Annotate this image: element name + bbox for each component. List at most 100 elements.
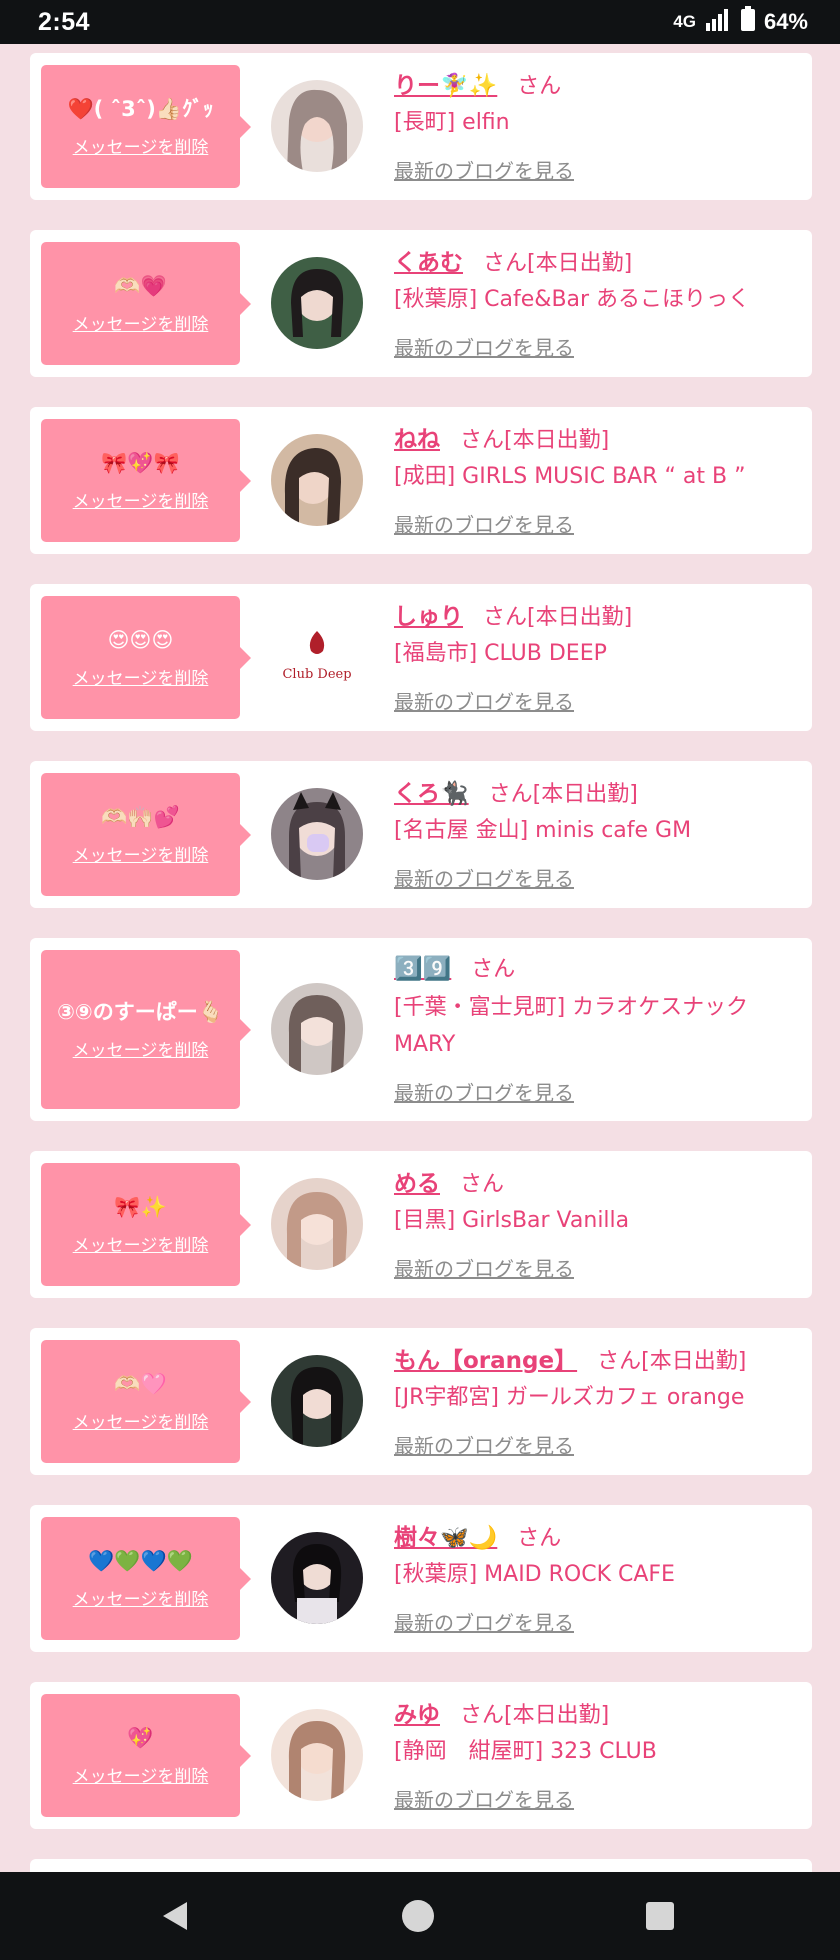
- cast-name-link[interactable]: くろ🐈‍⬛: [394, 774, 469, 808]
- avatar[interactable]: [271, 80, 363, 172]
- shop-name: [長町] elfin: [394, 110, 510, 135]
- delete-message-link[interactable]: メッセージを削除: [73, 487, 209, 512]
- battery-icon: [740, 6, 756, 38]
- back-triangle-icon: [163, 1902, 187, 1930]
- cast-name-link[interactable]: める: [394, 1164, 440, 1198]
- cast-suffix: さん[本日出勤]: [597, 1349, 747, 1374]
- latest-blog-link[interactable]: 最新のブログを見る: [394, 155, 574, 184]
- cast-suffix: さん[本日出勤]: [460, 428, 610, 453]
- message-bubble: 💙💚💙💚 メッセージを削除: [41, 1517, 251, 1640]
- message-bubble: 🫶🏻🩷 メッセージを削除: [41, 1340, 251, 1463]
- delete-message-link[interactable]: メッセージを削除: [73, 1408, 209, 1433]
- cast-name-link[interactable]: ねね: [394, 420, 440, 454]
- battery-percent: 64%: [763, 9, 808, 34]
- message-bubble: 🎀💖🎀 メッセージを削除: [41, 419, 251, 542]
- cast-suffix: さん: [471, 957, 516, 982]
- message-bubble: 😍😍😍 メッセージを削除: [41, 596, 251, 719]
- message-card-partial: [30, 1859, 812, 1872]
- card-info: くあむ さん[本日出勤] [秋葉原] Cafe&Bar あるこほりっく 最新のブ…: [394, 243, 804, 361]
- cast-name-link[interactable]: 樹々🦋🌙: [394, 1518, 497, 1552]
- cast-name-link[interactable]: りー🧚‍♀️✨: [394, 66, 497, 100]
- cast-name-link[interactable]: もん【orange】: [394, 1341, 577, 1375]
- message-card: 🎀✨ メッセージを削除 める さん [目黒] GirlsBar Vanilla …: [30, 1151, 812, 1298]
- message-text: 🫶🏻🙌🏻💕: [101, 805, 180, 829]
- home-circle-icon: [402, 1900, 434, 1932]
- avatar[interactable]: [271, 1532, 363, 1624]
- shop-name: [名古屋 金山] minis cafe GM: [394, 818, 692, 843]
- card-info: める さん [目黒] GirlsBar Vanilla 最新のブログを見る: [394, 1164, 804, 1282]
- message-list[interactable]: ❤️( ˆ3ˆ)👍🏻ｸﾞｯ メッセージを削除 りー🧚‍♀️✨ さん [長町] e…: [0, 44, 840, 1872]
- status-bar: 2:54 4G 64%: [0, 0, 840, 44]
- message-bubble: 🎀✨ メッセージを削除: [41, 1163, 251, 1286]
- shop-name: [成田] GIRLS MUSIC BAR “ at B ”: [394, 464, 746, 489]
- latest-blog-link[interactable]: 最新のブログを見る: [394, 1430, 574, 1459]
- avatar[interactable]: [271, 1178, 363, 1270]
- card-info: もん【orange】 さん[本日出勤] [JR宇都宮] ガールズカフェ oran…: [394, 1341, 804, 1459]
- message-bubble: 💖 メッセージを削除: [41, 1694, 251, 1817]
- cast-suffix: さん: [517, 74, 562, 99]
- nav-home-button[interactable]: [358, 1872, 478, 1960]
- shop-name: [目黒] GirlsBar Vanilla: [394, 1208, 630, 1233]
- delete-message-link[interactable]: メッセージを削除: [73, 133, 209, 158]
- nav-recents-button[interactable]: [600, 1872, 720, 1960]
- delete-message-link[interactable]: メッセージを削除: [73, 1762, 209, 1787]
- latest-blog-link[interactable]: 最新のブログを見る: [394, 1253, 574, 1282]
- delete-message-link[interactable]: メッセージを削除: [73, 310, 209, 335]
- cast-suffix: さん[本日出勤]: [483, 605, 633, 630]
- latest-blog-link[interactable]: 最新のブログを見る: [394, 1077, 574, 1106]
- message-card: 🫶🏻🩷 メッセージを削除 もん【orange】 さん[本日出勤] [JR宇都宮]…: [30, 1328, 812, 1475]
- card-info: 樹々🦋🌙 さん [秋葉原] MAID ROCK CAFE 最新のブログを見る: [394, 1518, 804, 1636]
- avatar[interactable]: [271, 1355, 363, 1447]
- shop-name: [JR宇都宮] ガールズカフェ orange: [394, 1385, 745, 1410]
- shop-name: [静岡 紺屋町] 323 CLUB: [394, 1739, 657, 1764]
- latest-blog-link[interactable]: 最新のブログを見る: [394, 1784, 574, 1813]
- card-info: しゅり さん[本日出勤] [福島市] CLUB DEEP 最新のブログを見る: [394, 597, 804, 715]
- avatar[interactable]: [271, 257, 363, 349]
- signal-icon: [704, 7, 732, 37]
- message-card: 🫶🏻💗 メッセージを削除 くあむ さん[本日出勤] [秋葉原] Cafe&Bar…: [30, 230, 812, 377]
- avatar[interactable]: Club Deep: [271, 611, 363, 703]
- latest-blog-link[interactable]: 最新のブログを見る: [394, 1607, 574, 1636]
- delete-message-link[interactable]: メッセージを削除: [73, 841, 209, 866]
- latest-blog-link[interactable]: 最新のブログを見る: [394, 686, 574, 715]
- message-text: 🫶🏻💗: [114, 274, 167, 298]
- message-card: 💖 メッセージを削除 みゆ さん[本日出勤] [静岡 紺屋町] 323 CLUB…: [30, 1682, 812, 1829]
- recents-square-icon: [646, 1902, 674, 1930]
- status-time: 2:54: [38, 7, 91, 36]
- card-info: 3️⃣9️⃣ さん [千葉・富士見町] カラオケスナック MARY 最新のブログ…: [394, 951, 804, 1106]
- avatar[interactable]: [271, 788, 363, 880]
- card-info: りー🧚‍♀️✨ さん [長町] elfin 最新のブログを見る: [394, 66, 804, 184]
- message-text: 🎀✨: [114, 1195, 167, 1219]
- avatar[interactable]: [271, 434, 363, 526]
- nav-back-button[interactable]: [115, 1872, 235, 1960]
- latest-blog-link[interactable]: 最新のブログを見る: [394, 863, 574, 892]
- cast-suffix: さん: [460, 1172, 505, 1197]
- cast-name-link[interactable]: 3️⃣9️⃣: [394, 955, 451, 982]
- shop-name: [秋葉原] Cafe&Bar あるこほりっく: [394, 287, 751, 312]
- message-card: ③⑨のすーぱー🫰🏻 メッセージを削除 3️⃣9️⃣ さん [千葉・富士見町] カ…: [30, 938, 812, 1121]
- latest-blog-link[interactable]: 最新のブログを見る: [394, 509, 574, 538]
- message-text: ❤️( ˆ3ˆ)👍🏻ｸﾞｯ: [67, 97, 214, 121]
- latest-blog-link[interactable]: 最新のブログを見る: [394, 332, 574, 361]
- cast-name-link[interactable]: くあむ: [394, 243, 463, 277]
- message-card: 🫶🏻🙌🏻💕 メッセージを削除 くろ🐈‍⬛ さん[本日出勤] [名古屋 金山] m…: [30, 761, 812, 908]
- shop-name: [秋葉原] MAID ROCK CAFE: [394, 1562, 675, 1587]
- cast-name-link[interactable]: みゆ: [394, 1695, 440, 1729]
- shop-name: [千葉・富士見町] カラオケスナック MARY: [394, 995, 749, 1057]
- status-indicators: 4G 64%: [673, 6, 808, 38]
- delete-message-link[interactable]: メッセージを削除: [73, 664, 209, 689]
- message-text: 💖: [127, 1726, 154, 1750]
- delete-message-link[interactable]: メッセージを削除: [73, 1036, 209, 1061]
- cast-suffix: さん[本日出勤]: [483, 251, 633, 276]
- delete-message-link[interactable]: メッセージを削除: [73, 1585, 209, 1610]
- message-text: 😍😍😍: [107, 628, 174, 652]
- network-type: 4G: [673, 12, 696, 31]
- message-text: ③⑨のすーぱー🫰🏻: [57, 1000, 224, 1024]
- message-card: ❤️( ˆ3ˆ)👍🏻ｸﾞｯ メッセージを削除 りー🧚‍♀️✨ さん [長町] e…: [30, 53, 812, 200]
- cast-suffix: さん[本日出勤]: [488, 782, 638, 807]
- cast-name-link[interactable]: しゅり: [394, 597, 463, 631]
- avatar[interactable]: [271, 983, 363, 1075]
- avatar[interactable]: [271, 1709, 363, 1801]
- delete-message-link[interactable]: メッセージを削除: [73, 1231, 209, 1256]
- message-text: 💙💚💙💚: [88, 1549, 193, 1573]
